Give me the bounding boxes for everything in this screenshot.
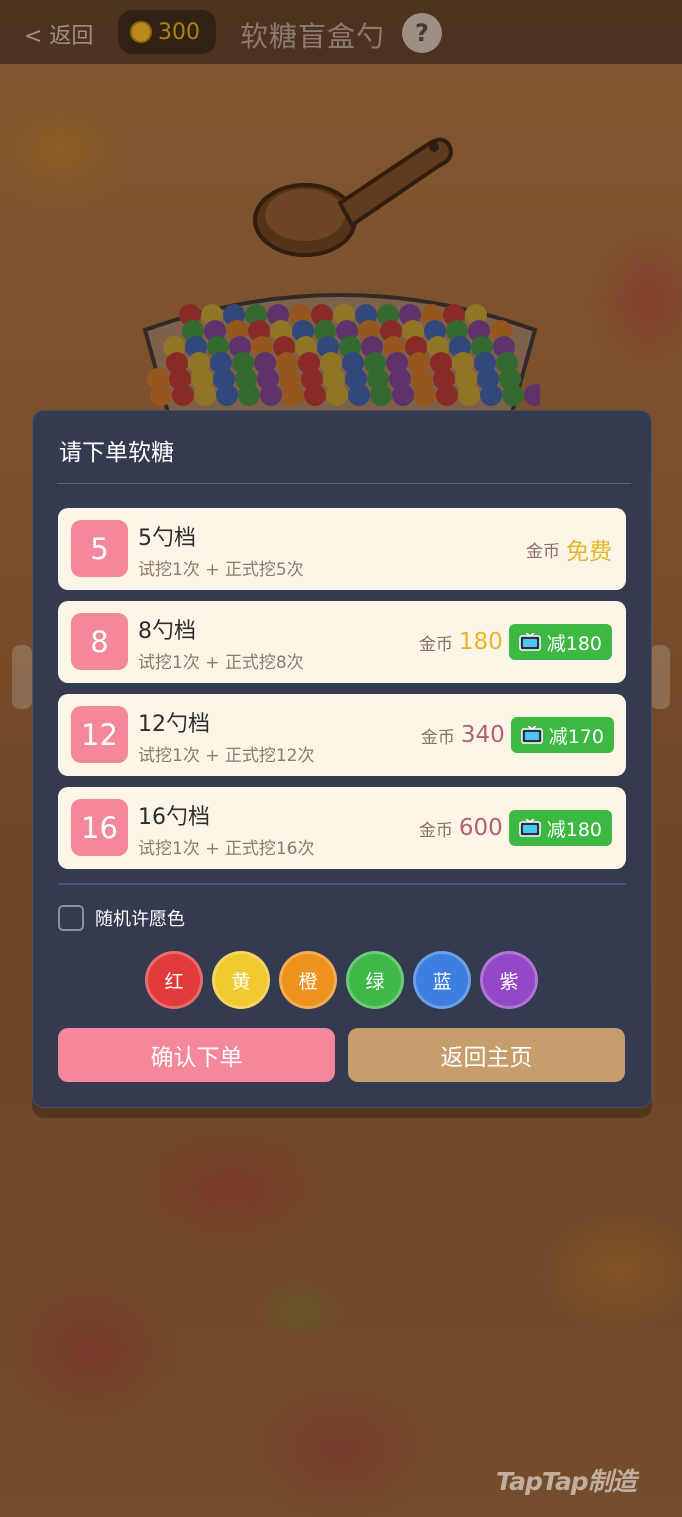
divider bbox=[57, 483, 631, 484]
color-option-yellow[interactable]: 黄 bbox=[212, 951, 270, 1009]
color-option-orange[interactable]: 橙 bbox=[279, 951, 337, 1009]
coin-icon bbox=[130, 21, 152, 43]
tier-price: 金币 免费 bbox=[526, 508, 612, 590]
tier-description: 试挖1次 + 正式挖16次 bbox=[138, 839, 315, 859]
left-side-tab bbox=[12, 645, 32, 709]
tier-price: 金币 600 减180 bbox=[419, 787, 612, 869]
right-side-tab bbox=[650, 645, 670, 709]
price-value: 180 bbox=[458, 629, 503, 655]
help-button[interactable]: ? bbox=[402, 13, 442, 53]
tier-price: 金币 340 减170 bbox=[421, 694, 614, 776]
color-option-purple[interactable]: 紫 bbox=[480, 951, 538, 1009]
price-label: 金币 bbox=[418, 634, 453, 655]
discount-label: 减170 bbox=[548, 725, 604, 748]
confirm-order-button[interactable]: 确认下单 bbox=[58, 1028, 335, 1082]
tier-name: 5勺档 bbox=[138, 526, 196, 551]
tier-option-8[interactable]: 8 8勺档 试挖1次 + 正式挖8次 金币 180 减180 bbox=[58, 601, 626, 683]
divider bbox=[58, 883, 626, 885]
tier-option-5[interactable]: 5 5勺档 试挖1次 + 正式挖5次 金币 免费 bbox=[58, 508, 626, 590]
coin-count: 300 bbox=[158, 19, 200, 45]
price-value: 340 bbox=[460, 722, 505, 748]
page-title: 软糖盲盒勺 bbox=[240, 20, 386, 53]
tier-option-16[interactable]: 16 16勺档 试挖1次 + 正式挖16次 金币 600 减180 bbox=[58, 787, 626, 869]
wish-color-picker: 红 黄 橙 绿 蓝 紫 bbox=[145, 951, 538, 1011]
watch-ad-discount-button[interactable]: 减180 bbox=[508, 624, 612, 660]
price-label: 金币 bbox=[526, 541, 560, 562]
tier-name: 16勺档 bbox=[138, 805, 210, 830]
tier-number-badge: 5 bbox=[71, 520, 128, 577]
tier-description: 试挖1次 + 正式挖8次 bbox=[138, 653, 304, 673]
discount-label: 减180 bbox=[546, 632, 602, 655]
watch-ad-discount-button[interactable]: 减180 bbox=[508, 810, 612, 846]
random-color-checkbox[interactable] bbox=[58, 905, 84, 931]
tier-number-badge: 8 bbox=[71, 613, 128, 670]
tier-number-badge: 12 bbox=[71, 706, 128, 763]
color-option-blue[interactable]: 蓝 bbox=[413, 951, 471, 1009]
tv-icon bbox=[518, 633, 541, 651]
tv-icon bbox=[518, 819, 541, 837]
dialog-title: 请下单软糖 bbox=[59, 440, 174, 466]
price-label: 金币 bbox=[418, 820, 453, 841]
taptap-watermark: TapTap制造 bbox=[496, 1467, 637, 1496]
tier-description: 试挖1次 + 正式挖5次 bbox=[138, 560, 304, 580]
tier-description: 试挖1次 + 正式挖12次 bbox=[138, 746, 315, 766]
discount-label: 减180 bbox=[546, 818, 602, 841]
back-to-home-button[interactable]: 返回主页 bbox=[348, 1028, 625, 1082]
tv-icon bbox=[520, 726, 543, 744]
top-bar: < 返回 300 软糖盲盒勺 ? bbox=[0, 0, 682, 64]
random-color-label: 随机许愿色 bbox=[95, 909, 185, 930]
color-option-red[interactable]: 红 bbox=[145, 951, 203, 1009]
back-button[interactable]: < 返回 bbox=[24, 18, 93, 50]
coin-balance: 300 bbox=[118, 10, 216, 54]
price-value: 免费 bbox=[566, 539, 612, 565]
color-option-green[interactable]: 绿 bbox=[346, 951, 404, 1009]
watch-ad-discount-button[interactable]: 减170 bbox=[510, 717, 614, 753]
price-value: 600 bbox=[458, 815, 503, 841]
price-label: 金币 bbox=[420, 727, 455, 748]
tier-name: 8勺档 bbox=[138, 619, 196, 644]
tier-name: 12勺档 bbox=[138, 712, 210, 737]
order-dialog: 请下单软糖 5 5勺档 试挖1次 + 正式挖5次 金币 免费 8 8勺档 试挖1… bbox=[32, 410, 652, 1108]
tier-price: 金币 180 减180 bbox=[419, 601, 612, 683]
tier-option-12[interactable]: 12 12勺档 试挖1次 + 正式挖12次 金币 340 减170 bbox=[58, 694, 626, 776]
tier-number-badge: 16 bbox=[71, 799, 128, 856]
